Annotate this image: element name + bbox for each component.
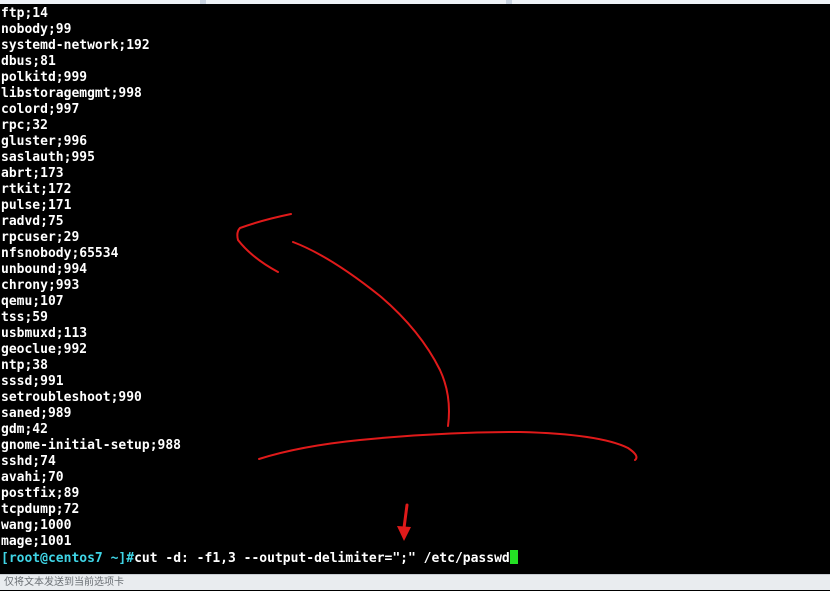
output-line: rpc;32: [1, 118, 48, 133]
output-line: sshd;74: [1, 454, 56, 469]
output-line: gnome-initial-setup;988: [1, 438, 182, 453]
output-line: saslauth;995: [1, 150, 95, 165]
status-bar: 仅将文本发送到当前选项卡: [0, 574, 830, 590]
output-line: systemd-network;192: [1, 38, 150, 53]
output-line: mage;1001: [1, 534, 72, 549]
output-line: rpcuser;29: [1, 230, 80, 245]
output-line: nfsnobody;65534: [1, 246, 119, 261]
output-line: qemu;107: [1, 294, 64, 309]
output-line: saned;989: [1, 406, 72, 421]
output-line: chrony;993: [1, 278, 80, 293]
output-line: dbus;81: [1, 54, 56, 69]
output-line: gdm;42: [1, 422, 48, 437]
output-line: tcpdump;72: [1, 502, 80, 517]
output-line: avahi;70: [1, 470, 64, 485]
shell-prompt: [root@centos7 ~]#: [1, 551, 135, 566]
status-text: 仅将文本发送到当前选项卡: [4, 577, 124, 588]
command-text: cut -d: -f1,3 --output-delimiter=";" /et…: [134, 551, 510, 566]
output-line: geoclue;992: [1, 342, 88, 357]
output-line: usbmuxd;113: [1, 326, 88, 341]
output-line: nobody;99: [1, 22, 72, 37]
text-cursor: [509, 550, 518, 564]
tab-strip-segment: [0, 0, 200, 4]
output-line: rtkit;172: [1, 182, 72, 197]
output-line: tss;59: [1, 310, 48, 325]
output-line: wang;1000: [1, 518, 72, 533]
output-line: abrt;173: [1, 166, 64, 181]
output-line: sssd;991: [1, 374, 64, 389]
output-line: setroubleshoot;990: [1, 390, 142, 405]
output-line: polkitd;999: [1, 70, 88, 85]
tab-strip-segment: [512, 0, 830, 4]
output-line: ntp;38: [1, 358, 48, 373]
output-line: ftp;14: [1, 6, 48, 21]
output-line: pulse;171: [1, 198, 72, 213]
window-top-strip: [0, 0, 830, 4]
output-line: colord;997: [1, 102, 80, 117]
tab-strip-segment: [206, 0, 506, 4]
output-line: libstoragemgmt;998: [1, 86, 142, 101]
output-line: unbound;994: [1, 262, 88, 277]
output-line: postfix;89: [1, 486, 80, 501]
terminal-output[interactable]: ftp;14 nobody;99 systemd-network;192 dbus;8…: [0, 6, 830, 574]
output-lines: ftp;14 nobody;99 systemd-network;192 dbus;8…: [0, 6, 830, 550]
output-line: radvd;75: [1, 214, 64, 229]
command-line[interactable]: [root@centos7 ~]#cut -d: -f1,3 --output-…: [0, 550, 830, 566]
output-line: gluster;996: [1, 134, 88, 149]
